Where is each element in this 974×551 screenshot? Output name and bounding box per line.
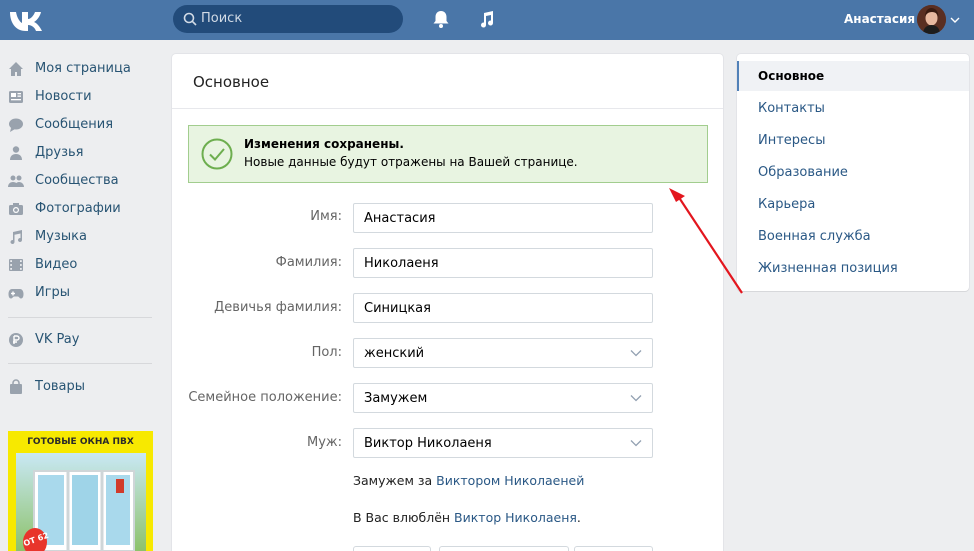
last-name-value: Николаеня	[364, 256, 439, 271]
sidebar-item-vkpay[interactable]: VK Pay	[0, 326, 160, 354]
relationship-label: Семейное положение:	[188, 390, 342, 405]
sidebar-item-label: Игры	[35, 285, 71, 300]
section-interests[interactable]: Интересы	[758, 133, 825, 148]
sex-select[interactable]: женский	[353, 338, 653, 368]
sidebar-item-friends[interactable]: Друзья	[0, 139, 160, 167]
section-contacts[interactable]: Контакты	[758, 101, 825, 116]
sidebar-divider	[8, 363, 152, 364]
title-divider	[172, 108, 723, 109]
sidebar-item-communities[interactable]: Сообщества	[0, 167, 160, 195]
maiden-name-label: Девичья фамилия:	[214, 300, 342, 315]
last-name-input[interactable]: Николаеня	[353, 248, 653, 278]
top-header: Поиск Анастасия	[0, 0, 974, 40]
search-icon	[183, 12, 197, 26]
sidebar-item-label: Видео	[35, 257, 78, 272]
success-notice: Изменения сохранены. Новые данные будут …	[188, 125, 708, 183]
first-name-value: Анастасия	[364, 211, 436, 226]
sidebar-item-label: Фотографии	[35, 201, 121, 216]
section-education[interactable]: Образование	[758, 165, 848, 180]
action-button[interactable]	[574, 546, 653, 551]
section-career[interactable]: Карьера	[758, 197, 815, 212]
news-icon	[9, 91, 23, 103]
music-icon	[10, 230, 23, 245]
chevron-down-icon	[630, 440, 642, 447]
love-partner-link[interactable]: Виктор Николаеня	[454, 510, 577, 525]
action-button[interactable]	[439, 546, 569, 551]
sidebar-item-label: Сообщения	[35, 117, 114, 132]
sidebar-item-label: VK Pay	[35, 332, 80, 347]
first-name-input[interactable]: Анастасия	[353, 203, 653, 233]
search-placeholder: Поиск	[201, 11, 243, 26]
first-name-label: Имя:	[310, 209, 342, 224]
music-note-icon[interactable]	[477, 9, 497, 29]
sidebar-item-label: Товары	[35, 379, 86, 394]
maiden-name-value: Синицкая	[364, 301, 431, 316]
sidebar-item-label: Новости	[35, 89, 92, 104]
sidebar-item-photos[interactable]: Фотографии	[0, 195, 160, 223]
married-partner-link[interactable]: Виктором Николаеней	[436, 473, 584, 488]
sidebar-item-label: Моя страница	[35, 61, 131, 76]
active-item-indicator	[737, 61, 739, 91]
home-icon	[9, 62, 23, 76]
ad-banner[interactable]: ГОТОВЫЕ ОКНА ПВХ ОТ 62	[8, 431, 153, 551]
love-prefix: В Вас влюблён	[353, 510, 455, 525]
bell-icon[interactable]	[431, 9, 451, 29]
married-info: Замужем за Виктором Николаеней	[353, 473, 584, 488]
sidebar-item-video[interactable]: Видео	[0, 251, 160, 279]
section-life-position[interactable]: Жизненная позиция	[758, 261, 898, 276]
sex-label: Пол:	[311, 345, 342, 360]
action-button[interactable]	[353, 546, 431, 551]
sidebar-item-my-page[interactable]: Моя страница	[0, 55, 160, 83]
gamepad-icon	[8, 289, 24, 299]
last-name-label: Фамилия:	[275, 255, 342, 270]
camera-icon	[9, 203, 23, 215]
sidebar-item-news[interactable]: Новости	[0, 83, 160, 111]
user-avatar[interactable]	[917, 5, 946, 34]
checkmark-circle-icon	[201, 138, 233, 170]
husband-value: Виктор Николаеня	[364, 436, 492, 451]
sidebar-divider	[8, 317, 152, 318]
love-info: В Вас влюблён Виктор Николаеня.	[353, 510, 581, 525]
sidebar-item-label: Друзья	[35, 145, 84, 160]
vk-logo-icon[interactable]	[8, 8, 42, 32]
main-settings-card: Основное Изменения сохранены. Новые данн…	[172, 54, 723, 551]
video-icon	[9, 259, 23, 271]
sidebar-item-label: Сообщества	[35, 173, 119, 188]
husband-label: Муж:	[306, 435, 342, 450]
page-title: Основное	[193, 73, 270, 91]
married-prefix: Замужем за	[353, 473, 437, 488]
sidebar-item-music[interactable]: Музыка	[0, 223, 160, 251]
chevron-down-icon	[630, 350, 642, 357]
search-box[interactable]: Поиск	[173, 5, 403, 33]
notice-title: Изменения сохранены.	[244, 137, 404, 151]
sidebar-item-goods[interactable]: Товары	[0, 373, 160, 401]
relationship-value: Замужем	[364, 391, 428, 406]
relationship-select[interactable]: Замужем	[353, 383, 653, 413]
settings-sections-menu: Основное Контакты Интересы Образование К…	[737, 54, 969, 291]
sex-value: женский	[364, 346, 425, 361]
communities-icon	[8, 175, 24, 187]
chevron-down-icon	[630, 395, 642, 402]
user-name[interactable]: Анастасия	[844, 12, 915, 26]
chevron-down-icon[interactable]	[950, 16, 960, 24]
sidebar-item-games[interactable]: Игры	[0, 279, 160, 307]
shopping-bag-icon	[10, 379, 22, 394]
sidebar-item-messages[interactable]: Сообщения	[0, 111, 160, 139]
notice-text: Новые данные будут отражены на Вашей стр…	[244, 155, 578, 169]
ad-title: ГОТОВЫЕ ОКНА ПВХ	[27, 437, 134, 447]
love-suffix: .	[576, 510, 581, 525]
friends-icon	[10, 146, 22, 160]
section-military[interactable]: Военная служба	[758, 229, 871, 244]
sidebar-item-label: Музыка	[35, 229, 87, 244]
vkpay-icon	[9, 333, 23, 347]
husband-select[interactable]: Виктор Николаеня	[353, 428, 653, 458]
messages-icon	[9, 118, 23, 132]
maiden-name-input[interactable]: Синицкая	[353, 293, 653, 323]
section-basic[interactable]: Основное	[758, 69, 824, 83]
